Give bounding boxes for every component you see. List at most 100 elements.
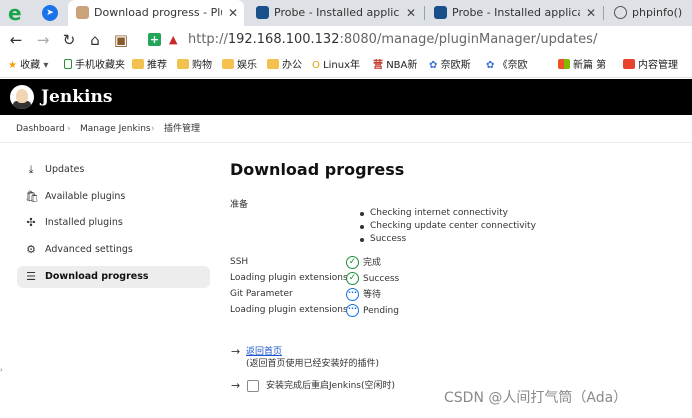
url-field[interactable]: http://192.168.100.132:8080/manage/plugi… — [188, 32, 597, 48]
check-circle-icon: ✓ — [346, 272, 359, 285]
sidebar-item-label: Updates — [45, 164, 85, 175]
close-tab-icon[interactable]: ✕ — [586, 0, 596, 26]
reload-icon[interactable]: ↻ — [59, 30, 79, 50]
bookmark-office[interactable]: 办公 — [267, 54, 302, 78]
tab-probe-1[interactable]: Probe - Installed applicatio ✕ — [248, 0, 422, 26]
chevron-down-icon: ▾ — [43, 60, 49, 71]
back-note: (返回首页使用已经安装好的插件) — [246, 359, 380, 369]
url-host: 192.168.100.132 — [227, 32, 340, 47]
address-bar-row: ← → ↻ ⌂ ▣ + ▲ http://192.168.100.132:808… — [0, 26, 692, 54]
prep-label: 准备 — [230, 200, 249, 210]
plugin-status: Pending — [363, 306, 399, 316]
prep-item: Checking update center connectivity — [370, 221, 536, 231]
bookmark-naios-2[interactable]: ✿ 《奈欧 — [486, 54, 528, 78]
bullet — [360, 212, 364, 216]
restart-checkbox[interactable] — [247, 380, 259, 392]
jenkins-logo-icon[interactable] — [10, 85, 34, 109]
bookmark-label: 收藏 — [20, 60, 41, 71]
circle-icon: O — [312, 60, 320, 71]
bookmark-label: 新篇 第 — [573, 60, 607, 71]
sidebar-item-download-progress[interactable]: ☰ Download progress — [17, 266, 210, 288]
prep-item: Success — [370, 234, 407, 244]
bookmark-nba[interactable]: 营 NBA新 — [373, 54, 417, 78]
breadcrumb-separator-icon: › — [67, 124, 71, 134]
folder-icon — [177, 59, 189, 69]
bookmark-label: 娱乐 — [237, 60, 257, 71]
bookmark-label: 推荐 — [147, 60, 167, 71]
c-logo-icon — [623, 59, 635, 69]
sidebar-item-advanced-settings[interactable]: ⚙ Advanced settings — [17, 239, 210, 261]
check-circle-icon: ✓ — [346, 256, 359, 269]
windows-icon — [558, 59, 570, 69]
tab-label: Probe - Installed applicatio — [452, 6, 580, 19]
shopping-bag-icon: 🛍 — [25, 190, 39, 203]
watermark: CSDN @人间打气筒（Ada） — [444, 390, 628, 406]
breadcrumb-separator-icon: › — [151, 124, 155, 134]
bookmark-naios[interactable]: ✿ 奈欧斯 — [429, 54, 471, 78]
tab-phpinfo[interactable]: phpinfo() — [606, 0, 692, 26]
bookmark-label: 内容管理 — [638, 60, 678, 71]
bookmark-linux[interactable]: O Linux年 — [312, 54, 360, 78]
sidebar-item-installed-plugins[interactable]: ✣ Installed plugins — [17, 212, 210, 234]
bullet — [360, 225, 364, 229]
star-icon: ★ — [8, 60, 17, 71]
navigation-icon[interactable]: ➤ — [42, 5, 58, 21]
home-icon[interactable]: ⌂ — [85, 30, 105, 50]
plugin-name: Loading plugin extensions — [230, 305, 348, 315]
tab-probe-2[interactable]: Probe - Installed applicatio ✕ — [426, 0, 602, 26]
plugin-status: 等待 — [363, 290, 382, 300]
phone-icon — [64, 59, 72, 69]
bookmark-label: NBA新 — [386, 60, 418, 71]
close-tab-icon[interactable]: ✕ — [406, 0, 416, 26]
briefcase-icon[interactable]: ▣ — [111, 30, 131, 50]
bookmark-favorites[interactable]: ★ 收藏 ▾ — [8, 54, 48, 78]
bookmark-label: 奈欧斯 — [440, 60, 471, 71]
bookmark-content-manage[interactable]: 内容管理 — [623, 54, 678, 78]
bookmark-entertainment[interactable]: 娱乐 — [222, 54, 257, 78]
jenkins-title[interactable]: Jenkins — [41, 85, 112, 109]
security-shield-icon[interactable]: + — [148, 33, 161, 46]
forward-arrow-icon[interactable]: → — [33, 30, 53, 50]
plugin-status: 完成 — [363, 258, 382, 268]
close-tab-icon[interactable]: ✕ — [228, 0, 238, 26]
scroll-indicator-icon[interactable]: › — [0, 366, 3, 374]
sidebar-item-label: Download progress — [45, 271, 149, 282]
breadcrumb-manage-jenkins[interactable]: Manage Jenkins — [80, 115, 151, 143]
sidebar-item-label: Available plugins — [45, 191, 126, 202]
not-secure-icon[interactable]: ▲ — [169, 33, 177, 47]
sidebar-item-available-plugins[interactable]: 🛍 Available plugins — [17, 186, 210, 208]
back-arrow-icon[interactable]: ← — [6, 30, 26, 50]
breadcrumb-dashboard[interactable]: Dashboard — [16, 115, 65, 143]
folder-icon — [267, 59, 279, 69]
plugin-name: Loading plugin extensions — [230, 273, 348, 283]
sidebar-item-updates[interactable]: ⤓ Updates — [17, 159, 210, 181]
probe-favicon-icon — [256, 6, 269, 19]
pending-dots-icon: ··· — [346, 288, 359, 301]
plugin-name: SSH — [230, 257, 249, 267]
puzzle-icon: ✣ — [26, 216, 36, 229]
tab-label: phpinfo() — [632, 6, 683, 19]
bookmark-shopping[interactable]: 购物 — [177, 54, 212, 78]
bookmark-label: 手机收藏夹 — [75, 60, 125, 71]
restart-label[interactable]: 安装完成后重启Jenkins(空闲时) — [266, 380, 395, 392]
url-scheme: http:// — [188, 32, 228, 47]
back-to-home-link[interactable]: 返回首页 — [246, 346, 282, 358]
breadcrumb: Dashboard › Manage Jenkins › 插件管理 — [0, 115, 692, 143]
download-icon: ⤓ — [28, 163, 34, 176]
list-icon: ☰ — [26, 270, 36, 283]
news-icon: 营 — [373, 60, 383, 71]
breadcrumb-plugin-manager[interactable]: 插件管理 — [164, 115, 200, 143]
bookmark-new-chapter[interactable]: 新篇 第 — [558, 54, 606, 78]
plugin-name: Git Parameter — [230, 289, 293, 299]
prep-item: Checking internet connectivity — [370, 208, 508, 218]
bookmark-label: Linux年 — [323, 60, 361, 71]
tab-download-progress[interactable]: Download progress - Plugi ✕ — [68, 0, 244, 26]
bookmark-label: 《奈欧 — [497, 60, 528, 71]
bookmark-mobile[interactable]: 手机收藏夹 — [64, 54, 125, 78]
browser-logo-icon: e — [8, 1, 22, 25]
bookmark-recommend[interactable]: 推荐 — [132, 54, 167, 78]
globe-icon — [614, 6, 627, 19]
bookmarks-bar: ★ 收藏 ▾ 手机收藏夹 推荐 购物 娱乐 办公 O Linux年 营 NBA新… — [0, 54, 692, 78]
folder-icon — [222, 59, 234, 69]
url-path: :8080/manage/pluginManager/updates/ — [339, 32, 598, 47]
